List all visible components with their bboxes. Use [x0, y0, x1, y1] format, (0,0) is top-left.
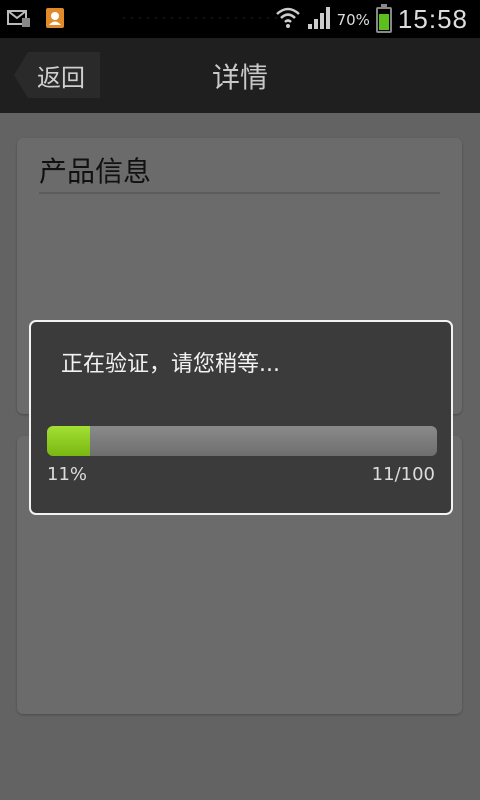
progress-bar [47, 426, 437, 456]
signal-icon [307, 6, 331, 34]
progress-count: 11/100 [371, 464, 435, 485]
card-divider [39, 192, 440, 194]
battery-percent: 70% [336, 10, 370, 29]
page-title: 详情 [211, 61, 268, 94]
dialog-message: 正在验证，请您稍等... [61, 352, 280, 377]
wifi-icon [275, 6, 301, 34]
status-bar: 70% 15:58 [0, 0, 480, 38]
contacts-icon [42, 6, 68, 30]
notification-icons [6, 6, 68, 30]
battery-icon [375, 3, 392, 33]
product-info-title: 产品信息 [39, 155, 152, 188]
clock: 15:58 [397, 4, 468, 34]
verification-dialog: 正在验证，请您稍等... 11% 11/100 [29, 320, 453, 515]
mail-icon [6, 6, 32, 30]
status-dots [120, 17, 280, 19]
title-bar: 返回 详情 [0, 38, 480, 113]
progress-percent: 11% [47, 464, 88, 485]
progress-fill [47, 426, 90, 456]
